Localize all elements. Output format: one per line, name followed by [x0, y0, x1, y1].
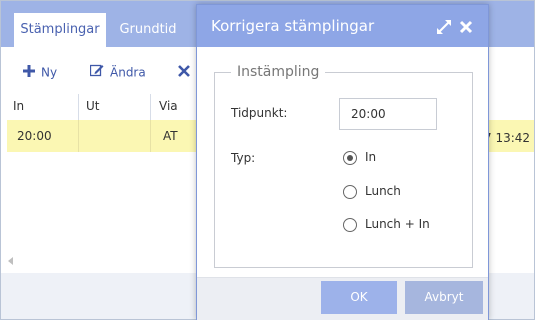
- radio-in-label: In: [365, 150, 377, 164]
- radio-circle: [343, 218, 357, 232]
- type-label: Typ:: [231, 151, 256, 165]
- close-icon[interactable]: [458, 19, 474, 35]
- cell-via: AT: [163, 129, 178, 143]
- new-button-label: Ny: [41, 65, 58, 80]
- edit-button-label: Ändra: [110, 65, 146, 80]
- time-label: Tidpunkt:: [231, 106, 288, 120]
- cell-timestamp: 7 13:42: [484, 131, 531, 145]
- fieldset-legend: Instämpling: [231, 62, 326, 82]
- scroll-left-icon[interactable]: [8, 257, 13, 265]
- edit-button[interactable]: Ändra: [89, 63, 146, 82]
- cell-in: 20:00: [17, 129, 52, 143]
- dialog-footer: OK Avbryt: [197, 277, 488, 320]
- delete-button[interactable]: [178, 63, 196, 81]
- edit-icon: [89, 63, 104, 82]
- row-divider: [78, 120, 79, 152]
- time-input[interactable]: [339, 98, 437, 130]
- dialog-body: Instämpling Tidpunkt: Typ: In Lunch Lunc…: [197, 47, 488, 277]
- correct-stamps-dialog: Korrigera stämplingar Instämpling Tidpun…: [196, 4, 489, 320]
- column-divider: [150, 94, 151, 120]
- maximize-icon[interactable]: [436, 19, 452, 35]
- tab-stamplingar[interactable]: Stämplingar: [14, 13, 106, 47]
- column-header-via[interactable]: Via: [159, 94, 178, 120]
- dialog-titlebar[interactable]: Korrigera stämplingar: [197, 5, 488, 47]
- ok-button[interactable]: OK: [321, 281, 397, 314]
- column-header-in[interactable]: In: [13, 94, 24, 120]
- plus-icon: [23, 64, 35, 82]
- dialog-title: Korrigera stämplingar: [211, 17, 375, 35]
- new-button[interactable]: Ny: [23, 63, 57, 81]
- radio-selected-dot: [347, 155, 353, 161]
- tab-grundtid[interactable]: Grundtid: [113, 13, 183, 47]
- cancel-button[interactable]: Avbryt: [405, 281, 483, 314]
- row-divider: [150, 120, 151, 152]
- radio-lunch-label: Lunch: [365, 184, 401, 198]
- radio-circle: [343, 185, 357, 199]
- stamp-in-fieldset: Instämpling Tidpunkt: Typ: In Lunch Lunc…: [214, 62, 473, 268]
- column-divider: [78, 94, 79, 120]
- column-header-ut[interactable]: Ut: [86, 94, 100, 120]
- radio-lunch-in-label: Lunch + In: [365, 217, 430, 231]
- radio-circle: [343, 151, 357, 165]
- close-icon: [178, 64, 190, 82]
